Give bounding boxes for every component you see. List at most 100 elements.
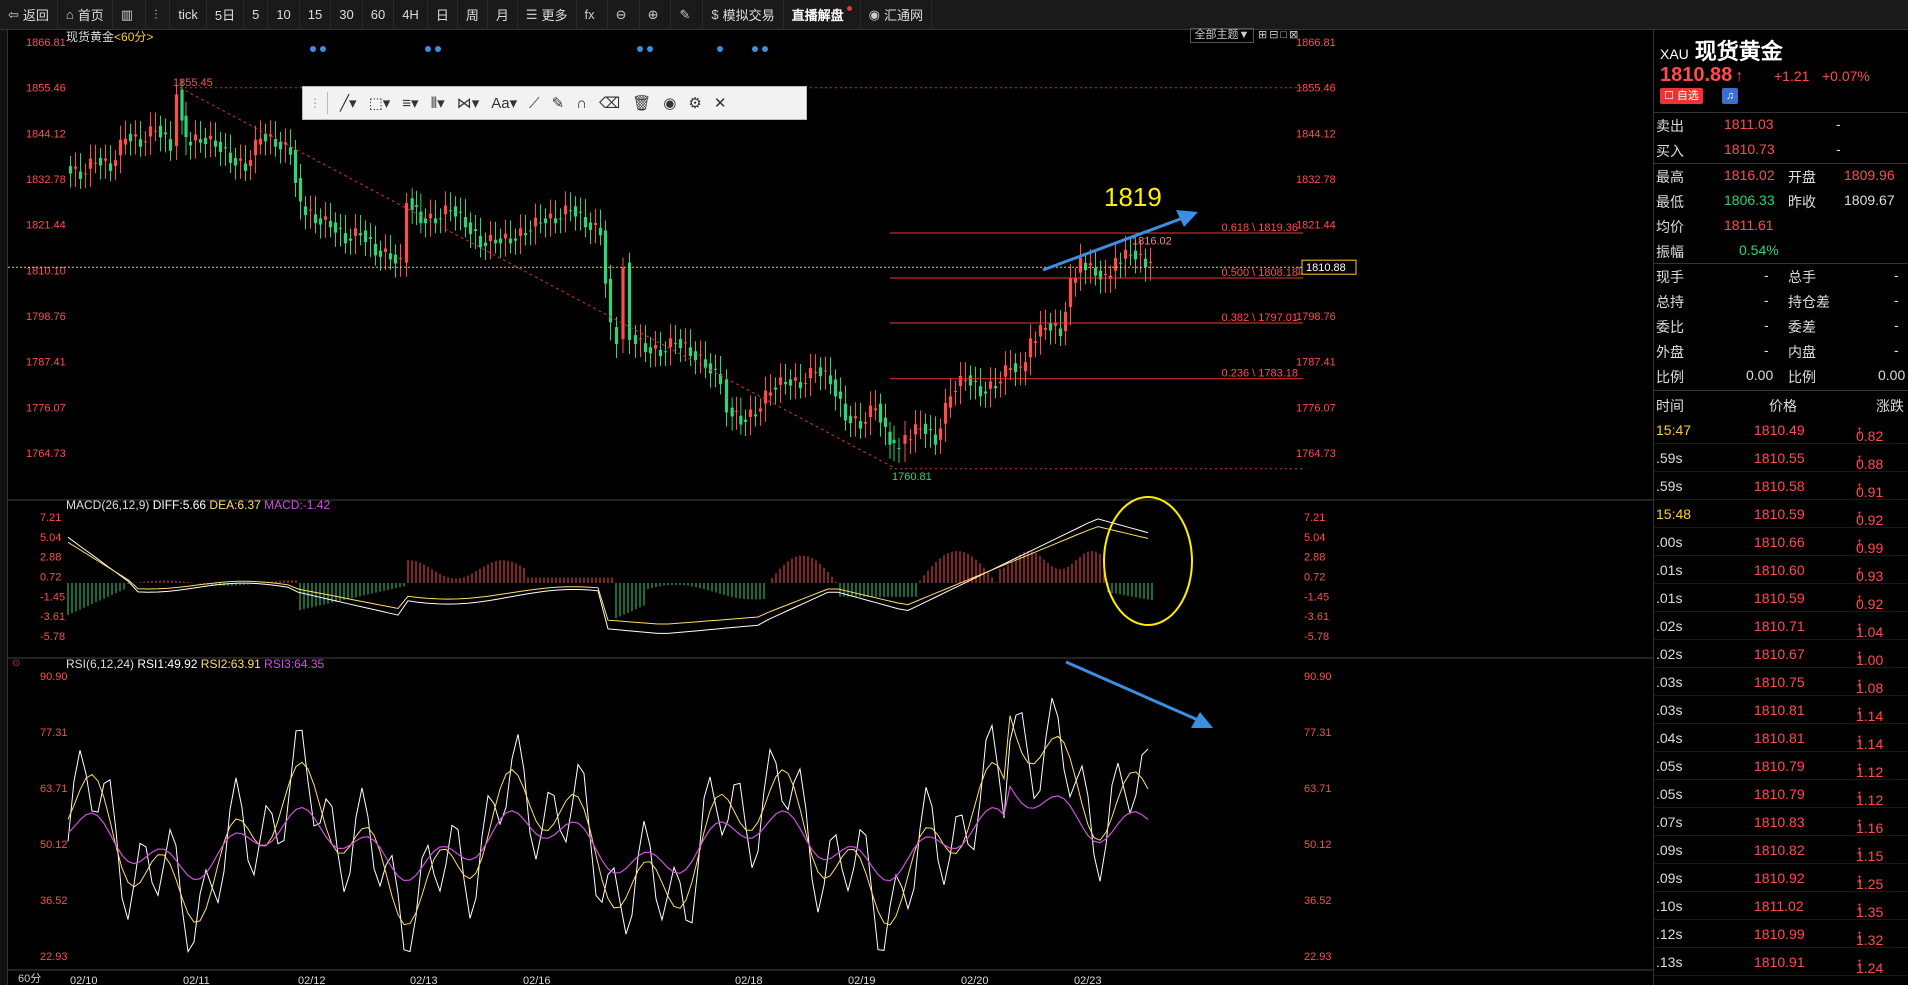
- toolbar-item-1[interactable]: ⌂ 首页: [58, 0, 113, 30]
- tick-change: 1.00 ↑: [1856, 646, 1884, 668]
- toolbar-item-7[interactable]: 10: [268, 0, 300, 30]
- tick-change: 1.32 ↑: [1856, 926, 1884, 948]
- x-axis-label: 02/18: [735, 975, 763, 985]
- candle-body: [1103, 273, 1108, 275]
- toolbar-item-14[interactable]: 月: [488, 0, 518, 30]
- peak-label: 1816.02: [1132, 235, 1172, 247]
- left-strip: [0, 30, 8, 985]
- fib-tool-icon[interactable]: ⦀▾: [425, 94, 451, 112]
- toolbar-label: 周: [465, 8, 479, 23]
- ruler-icon[interactable]: ⟋: [523, 95, 546, 112]
- candle-body: [658, 349, 663, 357]
- tick-change: 1.12 ↑: [1856, 786, 1884, 808]
- y-axis-label: 1855.46: [26, 83, 66, 95]
- toolbar-item-20[interactable]: $ 模拟交易: [703, 0, 784, 30]
- candle-body: [433, 218, 438, 224]
- candle-body: [803, 382, 808, 384]
- favorite-button[interactable]: ☐ 自选: [1660, 88, 1703, 104]
- close-icon[interactable]: ✕: [708, 94, 733, 112]
- candle-body: [438, 218, 443, 220]
- tick-row: .02s 1810.71 1.04 ↑: [1654, 612, 1908, 640]
- text-tool-icon[interactable]: Aa▾: [485, 94, 523, 112]
- toolbar-item-15[interactable]: ☰ 更多: [518, 0, 577, 30]
- dollar-icon: $: [711, 7, 719, 22]
- top-toolbar: ⇦ 返回 ⌂ 首页 ▥ ⫶ tick 5日 5 10 15 30 60 4H 日周月 ☰ 更多 fx ⊖ ⊕ ✎ $ 模拟交…: [0, 0, 1908, 30]
- tick-time: .05s: [1656, 786, 1683, 802]
- eraser-icon[interactable]: ⌫: [593, 94, 626, 112]
- pattern-tool-icon[interactable]: ⋈▾: [451, 94, 486, 112]
- toolbar-item-19[interactable]: ✎: [671, 0, 704, 30]
- tick-price: 1811.02: [1754, 898, 1804, 914]
- toolbar-item-16[interactable]: fx: [577, 0, 608, 30]
- candle-body: [253, 139, 258, 156]
- tick-time: .02s: [1656, 618, 1683, 634]
- candle-body: [698, 354, 703, 356]
- toolbar-item-2[interactable]: ▥: [113, 0, 147, 30]
- candle-body: [518, 228, 523, 236]
- candle-body: [1123, 249, 1128, 259]
- line-tool-icon[interactable]: ╱▾: [334, 94, 363, 112]
- toolbar-item-13[interactable]: 周: [458, 0, 488, 30]
- toolbar-item-17[interactable]: ⊖: [608, 0, 640, 30]
- toolbar-item-4[interactable]: tick: [170, 0, 207, 30]
- magnet-icon[interactable]: ∩: [570, 95, 593, 112]
- drawing-toolbar[interactable]: ⋮ ╱▾ ⬚▾ ≡▾ ⦀▾ ⋈▾ Aa▾ ⟋ ✎ ∩ ⌫ 🗑 ◉ ⚙ ✕: [302, 86, 807, 120]
- pencil-icon[interactable]: ✎: [546, 94, 571, 112]
- candle-body: [993, 386, 998, 389]
- tick-time: .07s: [1656, 814, 1683, 830]
- toolbar-item-9[interactable]: 30: [331, 0, 363, 30]
- tick-time: .00s: [1656, 534, 1683, 550]
- candle-body: [892, 439, 896, 444]
- macd-y-label-right: 5.04: [1304, 532, 1325, 544]
- macd-y-label: 5.04: [40, 532, 61, 544]
- candle-body: [638, 338, 643, 340]
- candle-body: [783, 382, 788, 385]
- toolbar-item-8[interactable]: 15: [300, 0, 332, 30]
- status-period: 60分: [18, 973, 42, 985]
- toolbar-item-11[interactable]: 4H: [394, 0, 428, 30]
- candle-body: [208, 135, 213, 140]
- channel-tool-icon[interactable]: ≡▾: [396, 94, 424, 112]
- toolbar-item-18[interactable]: ⊕: [640, 0, 672, 30]
- tick-price: 1810.58: [1754, 478, 1805, 494]
- candle-body: [343, 233, 348, 244]
- drag-handle-icon[interactable]: ⋮: [309, 96, 321, 110]
- tick-price: 1810.92: [1754, 870, 1805, 886]
- candle-body: [621, 267, 625, 340]
- theme-button[interactable]: 全部主题▼: [1190, 28, 1254, 43]
- tick-list[interactable]: 15:47 1810.49 0.82 ↑ .59s 1810.55 0.88 ↑ .59s 1…: [1654, 416, 1908, 985]
- toolbar-item-10[interactable]: 60: [363, 0, 395, 30]
- fib-label: 0.236 \ 1783.18: [1222, 368, 1298, 380]
- eye-icon[interactable]: ◉: [657, 94, 682, 112]
- toolbar-item-0[interactable]: ⇦ 返回: [0, 0, 58, 30]
- macd-y-label: -3.61: [40, 611, 65, 623]
- candle-body: [298, 178, 303, 202]
- toolbar-item-5[interactable]: 5日: [207, 0, 245, 30]
- candle-body: [1043, 327, 1048, 330]
- candle-body: [133, 134, 138, 137]
- annotation-ellipse: [1103, 496, 1193, 626]
- chart-title: 现货黄金<60分>: [66, 30, 154, 44]
- rect-tool-icon[interactable]: ⬚▾: [363, 94, 397, 112]
- candle-body: [368, 237, 373, 240]
- candle-body: [838, 391, 843, 399]
- candle-body: [153, 130, 158, 132]
- toolbar-item-6[interactable]: 5: [244, 0, 269, 30]
- candle-body: [908, 439, 913, 441]
- trash-icon[interactable]: 🗑: [626, 94, 657, 112]
- toolbar-item-21[interactable]: 直播解盘: [784, 0, 861, 30]
- toolbar-item-3[interactable]: ⫶: [146, 0, 171, 30]
- candle-body: [508, 238, 513, 244]
- candle-body: [410, 198, 414, 210]
- chart-area[interactable]: 1866.81 1866.81 1855.46 1855.46 1844.12 1844.…: [8, 28, 1653, 985]
- annotation-1819: 1819: [1104, 182, 1162, 212]
- toolbar-item-12[interactable]: 日: [428, 0, 458, 30]
- gear-icon[interactable]: ⚙: [682, 94, 707, 112]
- tick-change: 1.12 ↑: [1856, 758, 1884, 780]
- tick-price: 1810.81: [1754, 702, 1805, 718]
- alert-bell-icon[interactable]: ♫: [1722, 88, 1739, 104]
- toolbar-item-22[interactable]: ◉ 汇通网: [861, 0, 932, 30]
- candle-body: [388, 253, 393, 260]
- y-axis-label: 1832.78: [26, 174, 66, 186]
- window-controls[interactable]: ⊞⊟□⊠: [1258, 28, 1300, 41]
